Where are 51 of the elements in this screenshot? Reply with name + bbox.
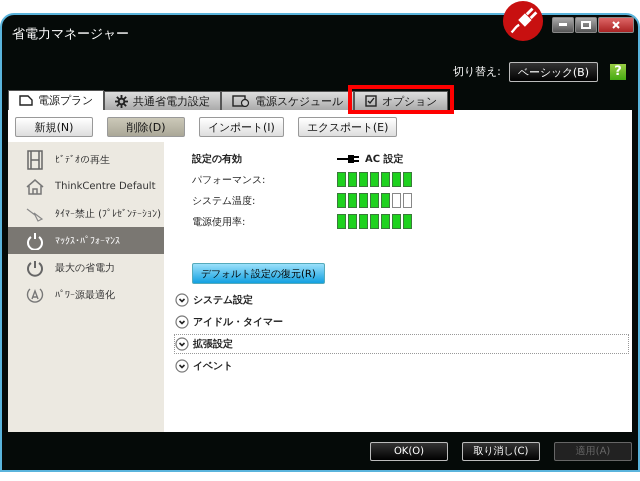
tab[interactable]: オプション	[354, 91, 448, 110]
close-icon	[612, 21, 620, 29]
toolbar-button[interactable]: 新規(N)	[15, 117, 93, 137]
tab[interactable]: 共通省電力設定	[104, 91, 221, 110]
meter-label: 電源使用率:	[192, 216, 246, 228]
section-header[interactable]: 拡張設定	[174, 334, 629, 354]
meter-label: システム温度:	[192, 194, 256, 208]
checkbox-icon	[365, 95, 377, 107]
pointer-icon	[26, 206, 44, 222]
chevron-icon	[175, 359, 189, 373]
page-icon	[19, 95, 33, 106]
toolbar-button[interactable]: エクスポート(E)	[298, 117, 398, 137]
section-header[interactable]: アイドル・タイマー	[174, 312, 629, 332]
power-icon	[26, 258, 44, 276]
section-header[interactable]: システム設定	[174, 290, 629, 310]
mode-button[interactable]: ベーシック(B)	[508, 62, 598, 82]
tab[interactable]: 電源プラン	[8, 90, 104, 110]
film-icon	[27, 150, 43, 170]
plan-item[interactable]: ﾀｲﾏｰ禁止 (ﾌﾟﾚｾﾞﾝﾃｰｼｮﾝ)	[8, 200, 164, 227]
restore-defaults-button[interactable]: デフォルト設定の復元(R)	[192, 263, 325, 284]
dialog-button[interactable]: 取り消し(C)	[462, 442, 540, 460]
power-source-label: AC 設定	[365, 152, 404, 166]
house-icon	[26, 178, 44, 194]
gear-icon	[115, 94, 128, 108]
toolbar-button[interactable]: インポート(I)	[199, 117, 284, 137]
dialog-button[interactable]: OK(O)	[370, 442, 448, 460]
calendar-clock-icon	[232, 95, 250, 107]
plan-item[interactable]: ThinkCentre Default	[8, 173, 164, 200]
switch-label: 切り替え:	[453, 64, 501, 79]
minimize-button[interactable]	[552, 17, 574, 33]
window-title: 省電力マネージャー	[12, 26, 129, 43]
close-button[interactable]	[598, 17, 634, 33]
tab[interactable]: 電源スケジュール	[221, 91, 354, 110]
meter-label: パフォーマンス:	[192, 174, 266, 186]
maximize-button[interactable]	[575, 17, 597, 33]
plan-item[interactable]: ﾏｯｸｽ･ﾊﾟﾌｫｰﾏﾝｽ	[8, 227, 164, 254]
maximize-icon	[581, 21, 591, 29]
chevron-icon	[175, 337, 189, 351]
minimize-icon	[559, 23, 567, 27]
settings-heading: 設定の有効	[192, 152, 243, 166]
toolbar-button[interactable]: 削除(D)	[107, 117, 185, 137]
plug-icon	[337, 155, 359, 163]
section-header[interactable]: イベント	[174, 356, 629, 376]
chevron-icon	[175, 315, 189, 329]
chevron-icon	[175, 293, 189, 307]
plan-item[interactable]: 最大の省電力	[8, 254, 164, 281]
plan-item[interactable]: ﾊﾟﾜｰ源最適化	[8, 281, 164, 308]
plug-logo-icon	[502, 0, 544, 42]
power-icon	[26, 232, 44, 250]
plan-item[interactable]: ﾋﾞﾃﾞｵの再生	[8, 146, 164, 173]
cycle-icon	[26, 286, 44, 304]
